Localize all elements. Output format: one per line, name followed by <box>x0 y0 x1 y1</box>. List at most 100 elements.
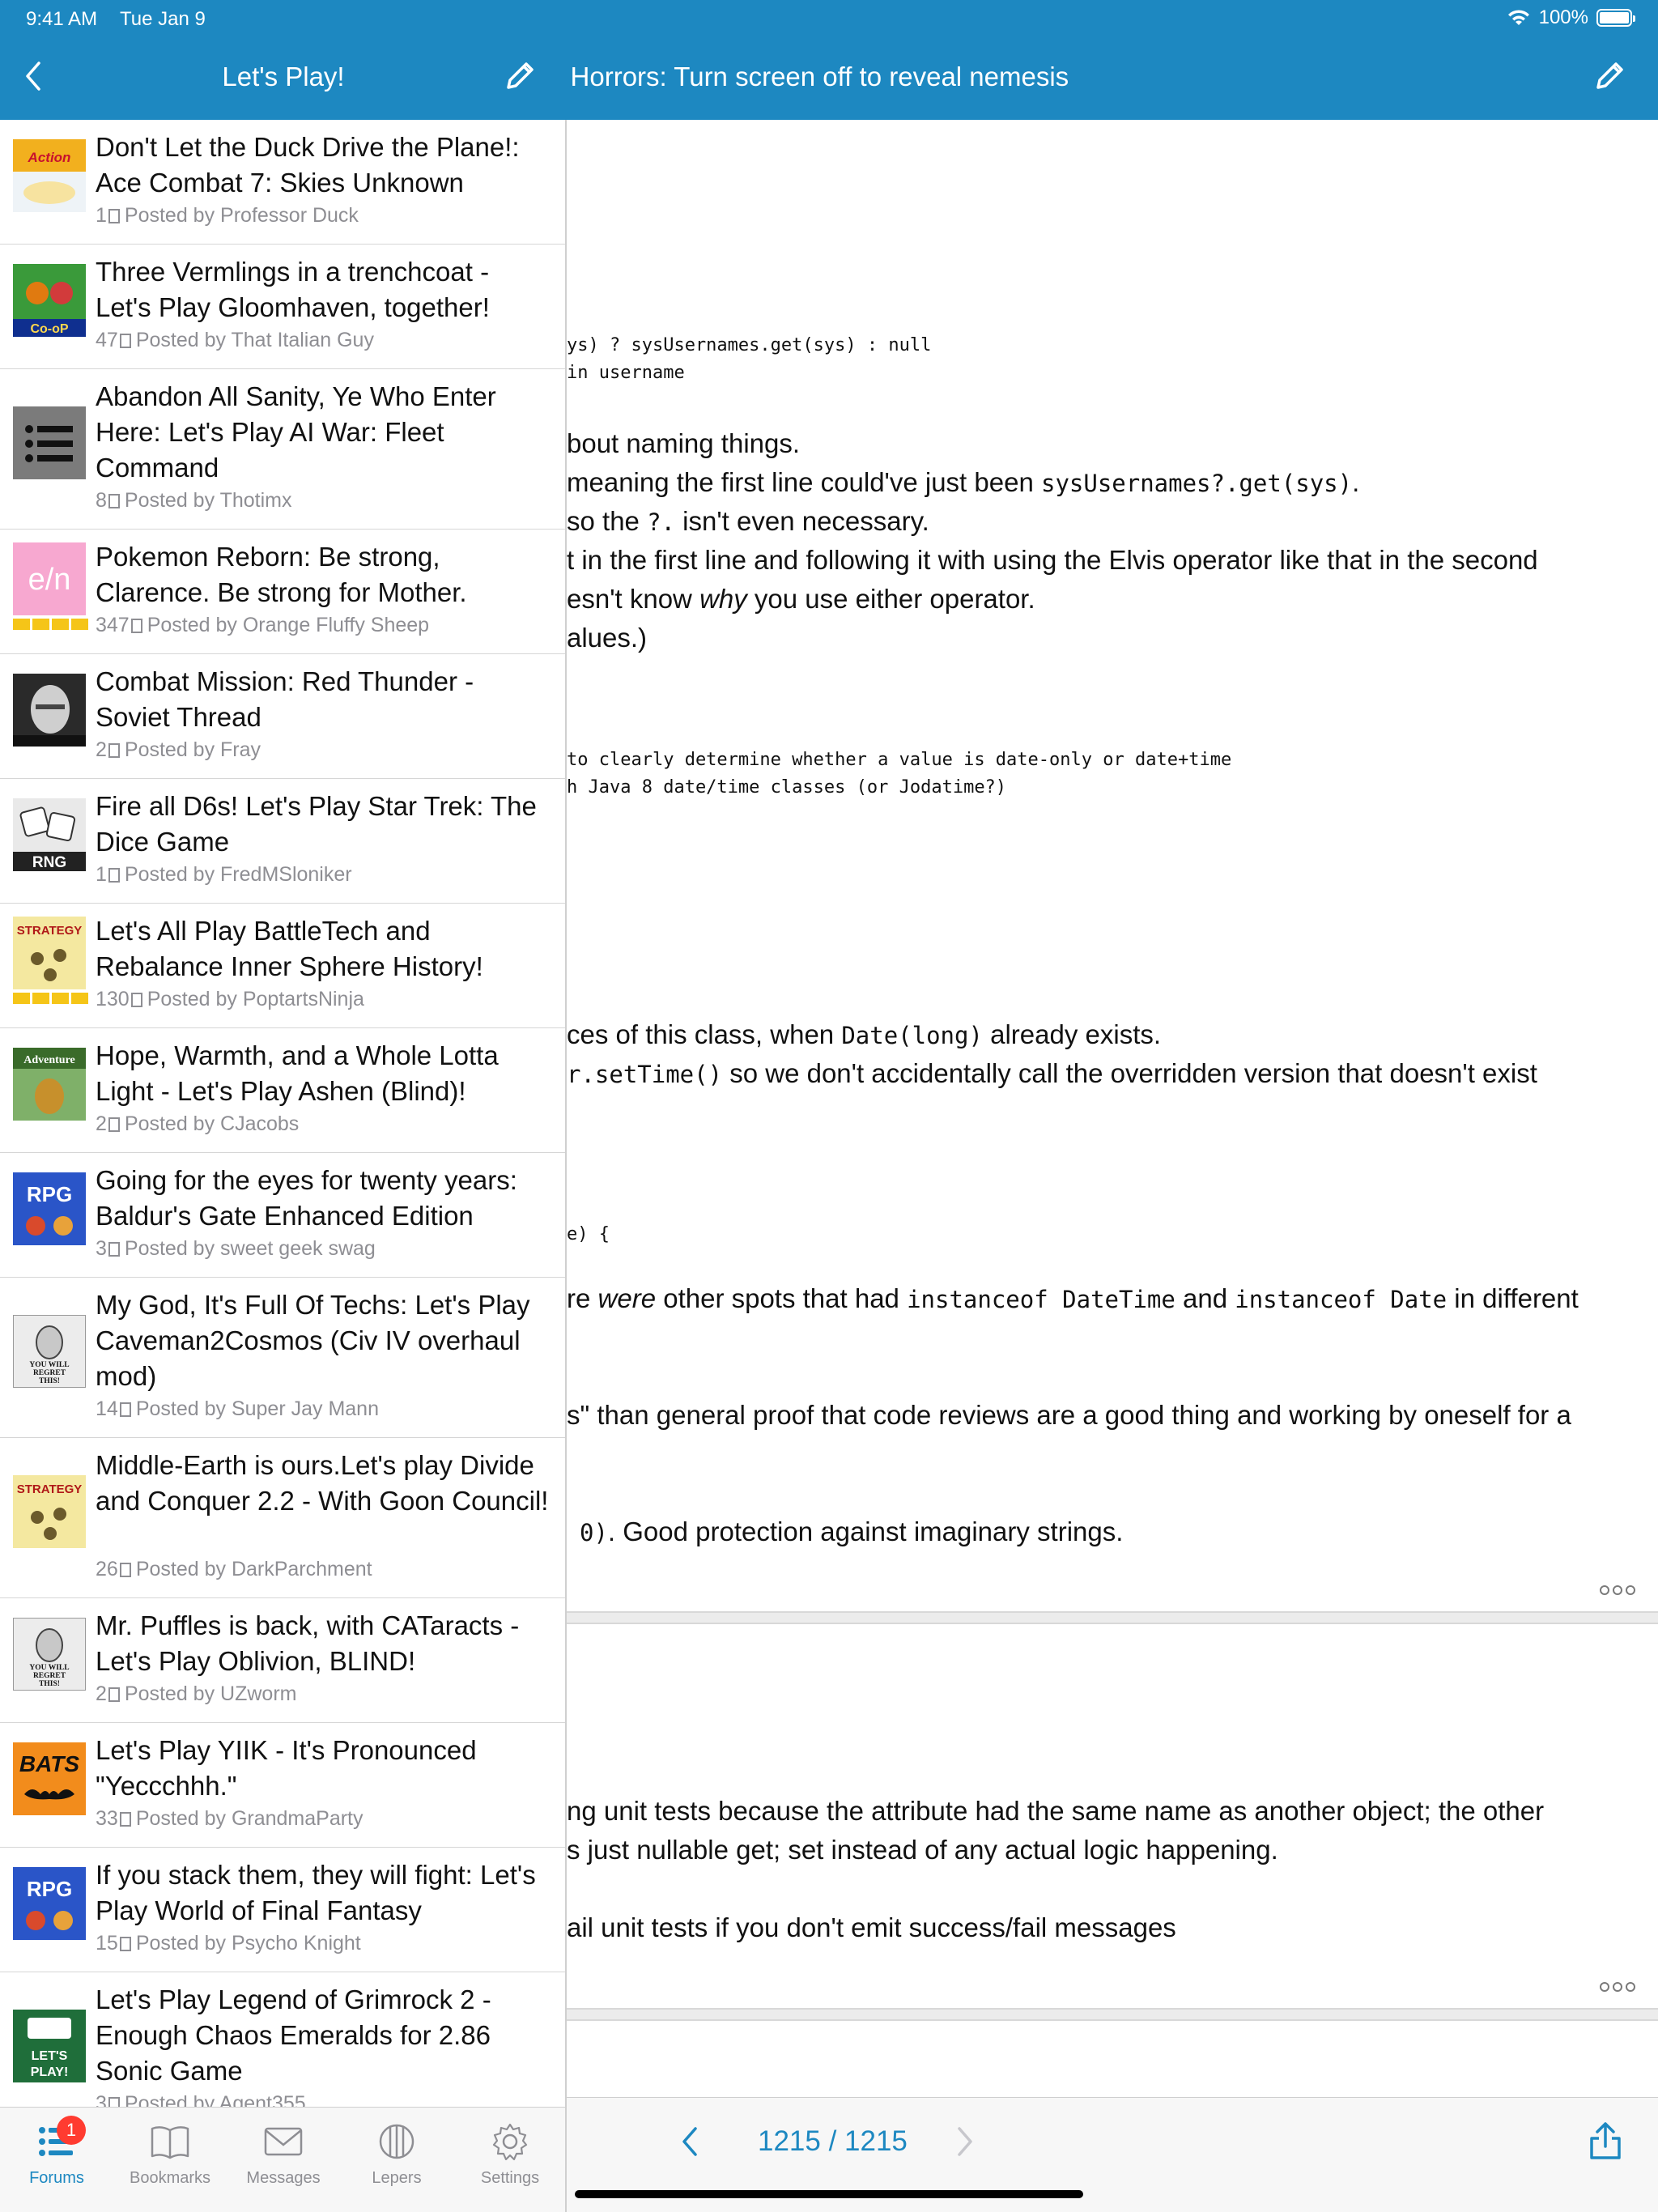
page-count-icon <box>108 209 120 223</box>
thread-rating-bar <box>13 619 88 630</box>
tab-bookmarks[interactable]: Bookmarks <box>113 2122 227 2188</box>
page-count-icon <box>119 1937 131 1951</box>
svg-text:STRATEGY: STRATEGY <box>17 1482 83 1496</box>
thread-meta: 1 Posted by FredMSloniker <box>96 863 352 886</box>
thread-row[interactable]: Abandon All Sanity, Ye Who Enter Here: L… <box>0 369 565 530</box>
svg-text:RPG: RPG <box>27 1877 72 1901</box>
thread-row[interactable]: YOU WILL REGRET THIS! My God, It's Full … <box>0 1278 565 1438</box>
thread-title: Going for the eyes for twenty years: Bal… <box>96 1165 517 1231</box>
post-text-line: esn't know why you use either operator. <box>567 584 1035 614</box>
thread-title: ling Horrors: Turn screen off to reveal … <box>567 62 1069 91</box>
battery-icon <box>1596 9 1635 27</box>
share-icon[interactable] <box>1587 2121 1624 2161</box>
post-separator <box>567 1611 1658 1624</box>
post-text-line: 0). Good protection against imaginary st… <box>580 1516 1124 1546</box>
tab-messages[interactable]: Messages <box>227 2122 340 2188</box>
thread-row[interactable]: Action Don't Let the Duck Drive the Plan… <box>0 120 565 245</box>
thread-row[interactable]: Combat Mission: Red Thunder - Soviet Thr… <box>0 654 565 779</box>
thread-title: Let's All Play BattleTech and Rebalance … <box>96 916 483 981</box>
thread-row[interactable]: LET'S PLAY! Let's Play Legend of Grimroc… <box>0 1972 565 2107</box>
svg-text:REGRET: REGRET <box>33 1672 66 1680</box>
previous-page-icon[interactable] <box>680 2125 699 2158</box>
battery-percent: 100% <box>1538 6 1588 28</box>
thread-title: Mr. Puffles is back, with CATaracts - Le… <box>96 1610 520 1676</box>
thread-row[interactable]: RPG Going for the eyes for twenty years:… <box>0 1153 565 1278</box>
code-line: ys) ? sysUsernames.get(sys) : null <box>567 335 932 355</box>
settings-icon <box>492 2123 528 2161</box>
thread-row[interactable]: e/n Pokemon Reborn: Be strong, Clarence.… <box>0 530 565 654</box>
post-text-line: ng unit tests because the attribute had … <box>567 1796 1545 1826</box>
tab-forums[interactable]: 1 Forums <box>0 2116 113 2188</box>
lepers-icon <box>379 2124 414 2159</box>
svg-text:YOU WILL: YOU WILL <box>29 1664 69 1672</box>
adventure-tag-icon: Adventure <box>13 1048 86 1121</box>
thread-row[interactable]: STRATEGY Middle-Earth is ours.Let's play… <box>0 1438 565 1598</box>
thread-rating-bar <box>13 993 88 1004</box>
rpg-tag-icon: RPG <box>13 1172 86 1245</box>
svg-text:RPG: RPG <box>27 1182 72 1206</box>
thread-meta: 47 Posted by That Italian Guy <box>96 329 374 351</box>
post-text-line: ces of this class, when Date(long) alrea… <box>567 1019 1162 1049</box>
post-actions-icon[interactable] <box>1600 1585 1637 1597</box>
en-tag-icon: e/n <box>13 542 86 615</box>
post-text-line: alues.) <box>567 623 648 653</box>
page-count-icon <box>119 1402 131 1417</box>
post-text-line: t in the first line and following it wit… <box>567 545 1538 575</box>
svg-text:STRATEGY: STRATEGY <box>17 924 83 938</box>
svg-text:REGRET: REGRET <box>33 1369 66 1377</box>
post-text-line: meaning the first line could've just bee… <box>567 467 1360 497</box>
thread-title: My God, It's Full Of Techs: Let's Play C… <box>96 1290 530 1391</box>
svg-text:PLAY!: PLAY! <box>31 2065 69 2079</box>
page-count-icon <box>108 1242 120 1257</box>
post-text-line: re were other spots that had instanceof … <box>567 1283 1579 1313</box>
tab-label: Messages <box>246 2169 321 2187</box>
thread-title: Three Vermlings in a trenchcoat - Let's … <box>96 257 490 322</box>
next-page-icon[interactable] <box>955 2125 975 2158</box>
thread-meta: 26 Posted by DarkParchment <box>96 1558 372 1580</box>
post-separator <box>567 2008 1658 2021</box>
thread-row[interactable]: YOU WILL REGRET THIS! Mr. Puffles is bac… <box>0 1598 565 1723</box>
tab-label: Settings <box>480 2169 540 2187</box>
post-text-line: r.setTime() so we don't accidentally cal… <box>567 1058 1537 1088</box>
page-indicator[interactable]: 1215 / 1215 <box>758 2125 908 2158</box>
thread-row[interactable]: BATS Let's Play YIIK - It's Pronounced "… <box>0 1723 565 1848</box>
thread-list: Action Don't Let the Duck Drive the Plan… <box>0 120 567 2107</box>
thread-row[interactable]: RPG If you stack them, they will fight: … <box>0 1848 565 1972</box>
thread-title: Combat Mission: Red Thunder - Soviet Thr… <box>96 666 474 732</box>
reply-compose-icon[interactable] <box>1592 58 1627 94</box>
code-line: h Java 8 date/time classes (or Jodatime?… <box>567 777 1007 798</box>
thread-content: ys) ? sysUsernames.get(sys) : null in us… <box>567 120 1658 2112</box>
svg-text:THIS!: THIS! <box>39 1680 60 1688</box>
thread-meta: 2 Posted by UZworm <box>96 1682 297 1705</box>
thread-meta: 2 Posted by CJacobs <box>96 1112 300 1135</box>
strategy-tag-icon: STRATEGY <box>13 917 86 989</box>
dice-tag-icon: RNG <box>13 798 86 871</box>
thread-title: Pokemon Reborn: Be strong, Clarence. Be … <box>96 542 467 607</box>
rpg-tag-icon: RPG <box>13 1867 86 1940</box>
thread-meta: 2 Posted by Fray <box>96 738 261 761</box>
tab-label: Forums <box>29 2169 84 2187</box>
post-actions-icon[interactable] <box>1600 1982 1637 1993</box>
tab-settings[interactable]: Settings <box>453 2122 567 2188</box>
thread-meta: 1 Posted by Professor Duck <box>96 204 359 227</box>
thread-meta: 3 Posted by Agent355 <box>96 2092 306 2107</box>
page-count-icon <box>130 619 142 633</box>
code-line: in username <box>567 363 685 383</box>
tab-label: Bookmarks <box>129 2169 211 2187</box>
thread-meta: 347 Posted by Orange Fluffy Sheep <box>96 614 430 636</box>
page-count-icon <box>119 1812 131 1827</box>
thread-row[interactable]: STRATEGY Let's All Play BattleTech and R… <box>0 904 565 1028</box>
thread-meta: 3 Posted by sweet geek swag <box>96 1237 376 1260</box>
tab-lepers[interactable]: Lepers <box>340 2122 453 2188</box>
thread-row[interactable]: RNG Fire all D6s! Let's Play Star Trek: … <box>0 779 565 904</box>
status-date: Tue Jan 9 <box>120 8 206 30</box>
home-indicator[interactable] <box>575 2190 1083 2198</box>
page-count-icon <box>108 743 120 758</box>
svg-text:Action: Action <box>28 150 71 165</box>
forum-title: Let's Play! <box>222 62 345 91</box>
new-thread-compose-icon[interactable] <box>502 58 538 94</box>
thread-row[interactable]: Adventure Hope, Warmth, and a Whole Lott… <box>0 1028 565 1153</box>
status-time: 9:41 AM <box>26 8 98 30</box>
thread-title: Middle-Earth is ours.Let's play Divide a… <box>96 1450 549 1516</box>
thread-row[interactable]: Co-oP Three Vermlings in a trenchcoat - … <box>0 245 565 369</box>
